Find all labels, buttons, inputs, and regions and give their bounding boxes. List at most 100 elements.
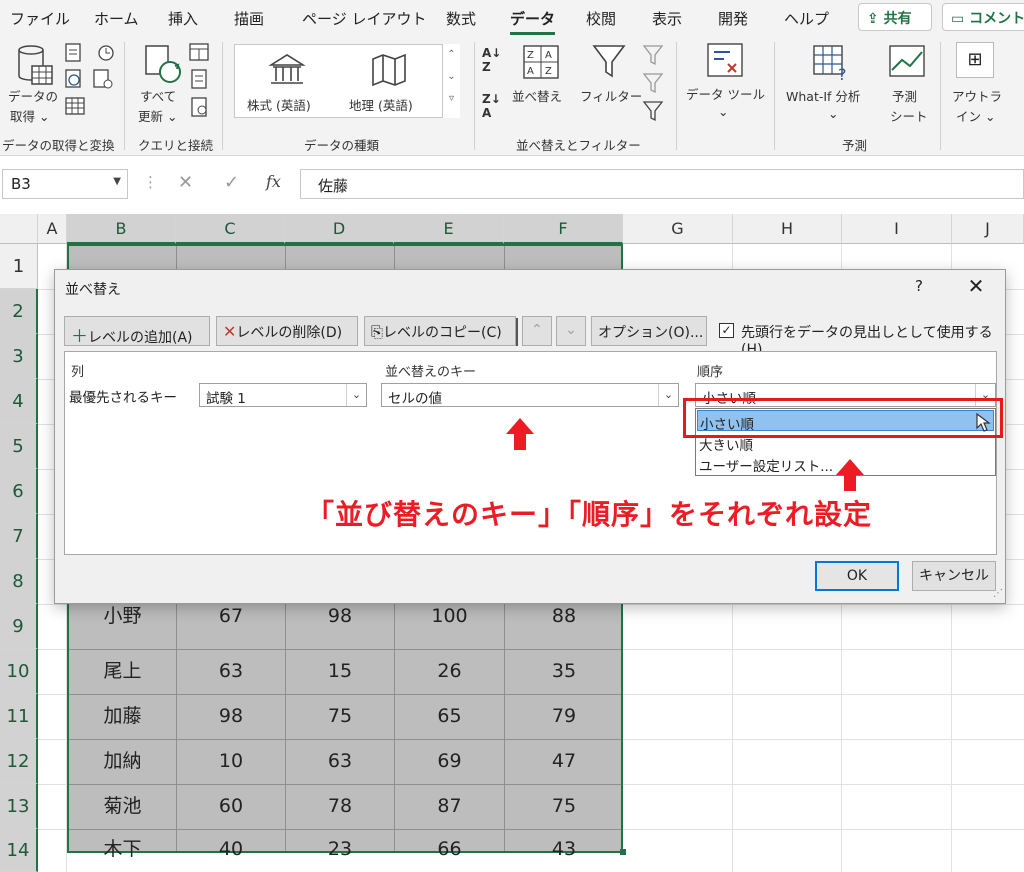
row-header-9[interactable]: 9 bbox=[0, 604, 38, 649]
options-button[interactable]: オプション(O)... bbox=[591, 316, 707, 346]
cell-c11[interactable]: 98 bbox=[177, 694, 285, 739]
cell-e14[interactable]: 66 bbox=[395, 829, 504, 869]
cell-e12[interactable]: 69 bbox=[395, 739, 504, 784]
cancel-icon[interactable]: ✕ bbox=[178, 172, 193, 193]
tab-formulas[interactable]: 数式 bbox=[446, 8, 476, 29]
refresh-icon bbox=[145, 45, 181, 83]
col-header-d[interactable]: D bbox=[285, 214, 394, 244]
insert-function-icon[interactable]: fx bbox=[266, 172, 281, 191]
resize-grip-icon[interactable]: ⋰ bbox=[993, 588, 1003, 599]
cell-d12[interactable]: 63 bbox=[286, 739, 394, 784]
database-icon bbox=[18, 45, 53, 85]
delete-level-button[interactable]: ✕レベルの削除(D) bbox=[216, 316, 358, 346]
col-header-i[interactable]: I bbox=[842, 214, 952, 244]
column-select[interactable]: 試験 1 ⌄ bbox=[199, 383, 367, 407]
row-header-1[interactable]: 1 bbox=[0, 244, 38, 289]
row-header-7[interactable]: 7 bbox=[0, 514, 38, 559]
filter-options-icons[interactable] bbox=[640, 42, 668, 126]
cell-f11[interactable]: 79 bbox=[505, 694, 623, 739]
col-header-e[interactable]: E bbox=[394, 214, 504, 244]
tab-page-layout[interactable]: ページ レイアウト bbox=[302, 8, 426, 29]
row-header-10[interactable]: 10 bbox=[0, 649, 38, 694]
row-header-11[interactable]: 11 bbox=[0, 694, 38, 739]
cell-f13[interactable]: 75 bbox=[505, 784, 623, 829]
col-header-c[interactable]: C bbox=[176, 214, 285, 244]
tab-insert[interactable]: 挿入 bbox=[168, 8, 198, 29]
cell-e13[interactable]: 87 bbox=[395, 784, 504, 829]
col-header-a[interactable]: A bbox=[38, 214, 67, 244]
formula-input[interactable]: 佐藤 bbox=[300, 169, 1024, 199]
row-header-3[interactable]: 3 bbox=[0, 334, 38, 379]
header-checkbox[interactable]: ✓ bbox=[719, 323, 734, 338]
col-header-h[interactable]: H bbox=[733, 214, 842, 244]
comment-icon: ▭ bbox=[951, 11, 970, 27]
cell-b13[interactable]: 菊池 bbox=[69, 784, 176, 829]
tab-view[interactable]: 表示 bbox=[652, 8, 682, 29]
cell-d14[interactable]: 23 bbox=[286, 829, 394, 869]
cell-e11[interactable]: 65 bbox=[395, 694, 504, 739]
cell-f10[interactable]: 35 bbox=[505, 649, 623, 694]
annotation-caption: 「並び替えのキー」「順序」をそれぞれ設定 bbox=[306, 498, 873, 531]
row-header-5[interactable]: 5 bbox=[0, 424, 38, 469]
cell-b12[interactable]: 加納 bbox=[69, 739, 176, 784]
what-if-icon: ? bbox=[813, 45, 847, 82]
cell-b11[interactable]: 加藤 bbox=[69, 694, 176, 739]
row-header-4[interactable]: 4 bbox=[0, 379, 38, 424]
col-header-f[interactable]: F bbox=[504, 214, 623, 244]
cell-d13[interactable]: 78 bbox=[286, 784, 394, 829]
move-down-button[interactable]: ⌄ bbox=[556, 316, 586, 346]
col-header-b[interactable]: B bbox=[67, 214, 176, 244]
col-header-g[interactable]: G bbox=[623, 214, 733, 244]
cell-d10[interactable]: 15 bbox=[286, 649, 394, 694]
row-header-6[interactable]: 6 bbox=[0, 469, 38, 514]
tab-draw[interactable]: 描画 bbox=[234, 8, 264, 29]
comment-button[interactable]: ▭ コメント bbox=[942, 3, 1024, 31]
share-button[interactable]: ⇪ 共有 bbox=[858, 3, 932, 31]
tab-review[interactable]: 校閲 bbox=[586, 8, 616, 29]
row-header-13[interactable]: 13 bbox=[0, 784, 38, 829]
cell-b10[interactable]: 尾上 bbox=[69, 649, 176, 694]
cell-c13[interactable]: 60 bbox=[177, 784, 285, 829]
tab-home[interactable]: ホーム bbox=[94, 8, 139, 29]
query-icons[interactable] bbox=[188, 42, 212, 122]
copy-level-button[interactable]: ⎘レベルのコピー(C) bbox=[364, 316, 516, 346]
data-tools-icon bbox=[707, 43, 743, 77]
sort-key-select[interactable]: セルの値 ⌄ bbox=[381, 383, 679, 407]
group-forecast: 予測 bbox=[842, 138, 868, 153]
row-header-14[interactable]: 14 bbox=[0, 829, 38, 872]
group-data-types: データの種類 bbox=[304, 138, 380, 153]
help-button[interactable]: ? bbox=[915, 277, 923, 295]
close-button[interactable]: ✕ bbox=[961, 273, 991, 299]
tab-developer[interactable]: 開発 bbox=[718, 8, 748, 29]
move-up-button[interactable]: ⌃ bbox=[522, 316, 552, 346]
name-box[interactable]: B3 ▼ bbox=[2, 169, 128, 199]
red-arrow-icon bbox=[506, 418, 534, 450]
cell-c12[interactable]: 10 bbox=[177, 739, 285, 784]
ok-button[interactable]: OK bbox=[815, 561, 899, 591]
tab-file[interactable]: ファイル bbox=[10, 8, 70, 29]
cell-e10[interactable]: 26 bbox=[395, 649, 504, 694]
row-header-12[interactable]: 12 bbox=[0, 739, 38, 784]
sort-az-buttons[interactable]: A↓ Z Z↓ A bbox=[482, 46, 512, 126]
bank-icon bbox=[268, 54, 306, 84]
group-queries: クエリと接続 bbox=[138, 138, 214, 153]
cell-d11[interactable]: 75 bbox=[286, 694, 394, 739]
cell-c10[interactable]: 63 bbox=[177, 649, 285, 694]
name-box-dropdown-icon[interactable]: ▼ bbox=[113, 176, 121, 187]
highlight-box bbox=[683, 398, 1003, 438]
cell-f14[interactable]: 43 bbox=[505, 829, 623, 869]
cell-b14[interactable]: 木下 bbox=[69, 829, 176, 869]
cell-c14[interactable]: 40 bbox=[177, 829, 285, 869]
col-header-j[interactable]: J bbox=[952, 214, 1024, 244]
row-header-2[interactable]: 2 bbox=[0, 289, 38, 334]
cancel-button[interactable]: キャンセル bbox=[912, 561, 996, 591]
row-header-8[interactable]: 8 bbox=[0, 559, 38, 604]
enter-icon[interactable]: ✓ bbox=[224, 172, 239, 193]
select-all-corner[interactable] bbox=[0, 214, 38, 244]
cell-f12[interactable]: 47 bbox=[505, 739, 623, 784]
tab-help[interactable]: ヘルプ bbox=[784, 8, 829, 29]
add-level-button[interactable]: ＋レベルの追加(A) bbox=[64, 316, 210, 347]
gallery-scroll[interactable]: ⌃ ⌄ ▿ bbox=[442, 44, 460, 118]
tab-data[interactable]: データ bbox=[510, 8, 556, 35]
data-source-icons[interactable] bbox=[64, 42, 120, 122]
